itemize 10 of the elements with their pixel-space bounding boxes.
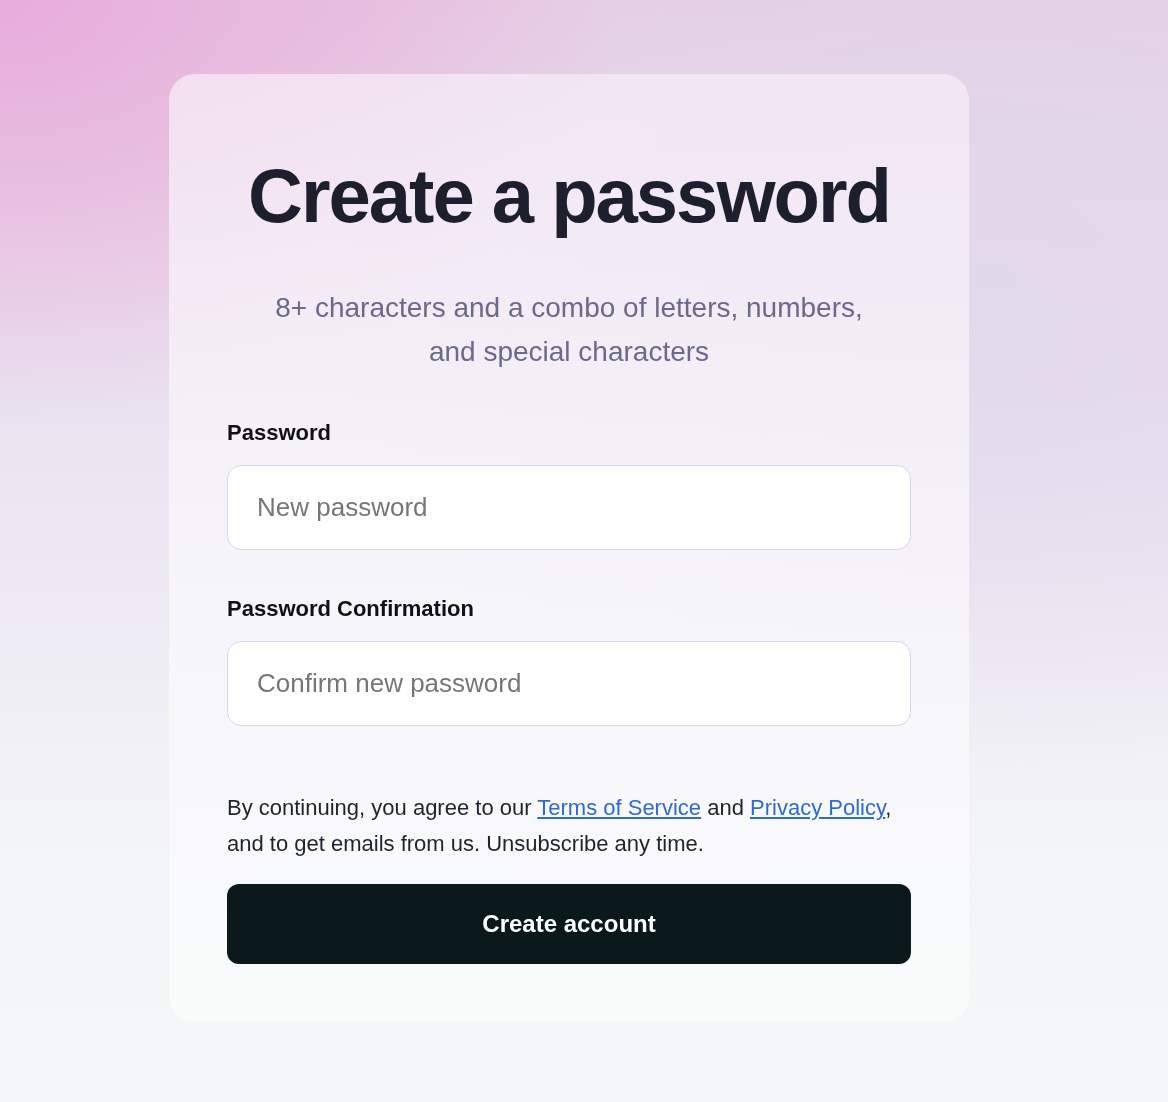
create-account-button[interactable]: Create account	[227, 884, 911, 964]
privacy-link[interactable]: Privacy Policy	[750, 795, 886, 820]
confirm-password-field[interactable]: Confirm new password	[227, 641, 911, 726]
field-label: Password	[227, 419, 331, 447]
password-field[interactable]: New password	[227, 465, 911, 550]
page-title: Create a password	[248, 152, 890, 240]
field-label: Password Confirmation	[227, 595, 474, 623]
consent-text: By continuing, you agree to our Terms of Service and Privacy Policy, and to get emails from us. Unsubscribe any time.	[227, 794, 893, 858]
terms-link[interactable]: Terms of Service	[537, 795, 702, 820]
subtitle-text: 8+ characters and a combo of letters, numbers, and special characters	[274, 291, 864, 369]
